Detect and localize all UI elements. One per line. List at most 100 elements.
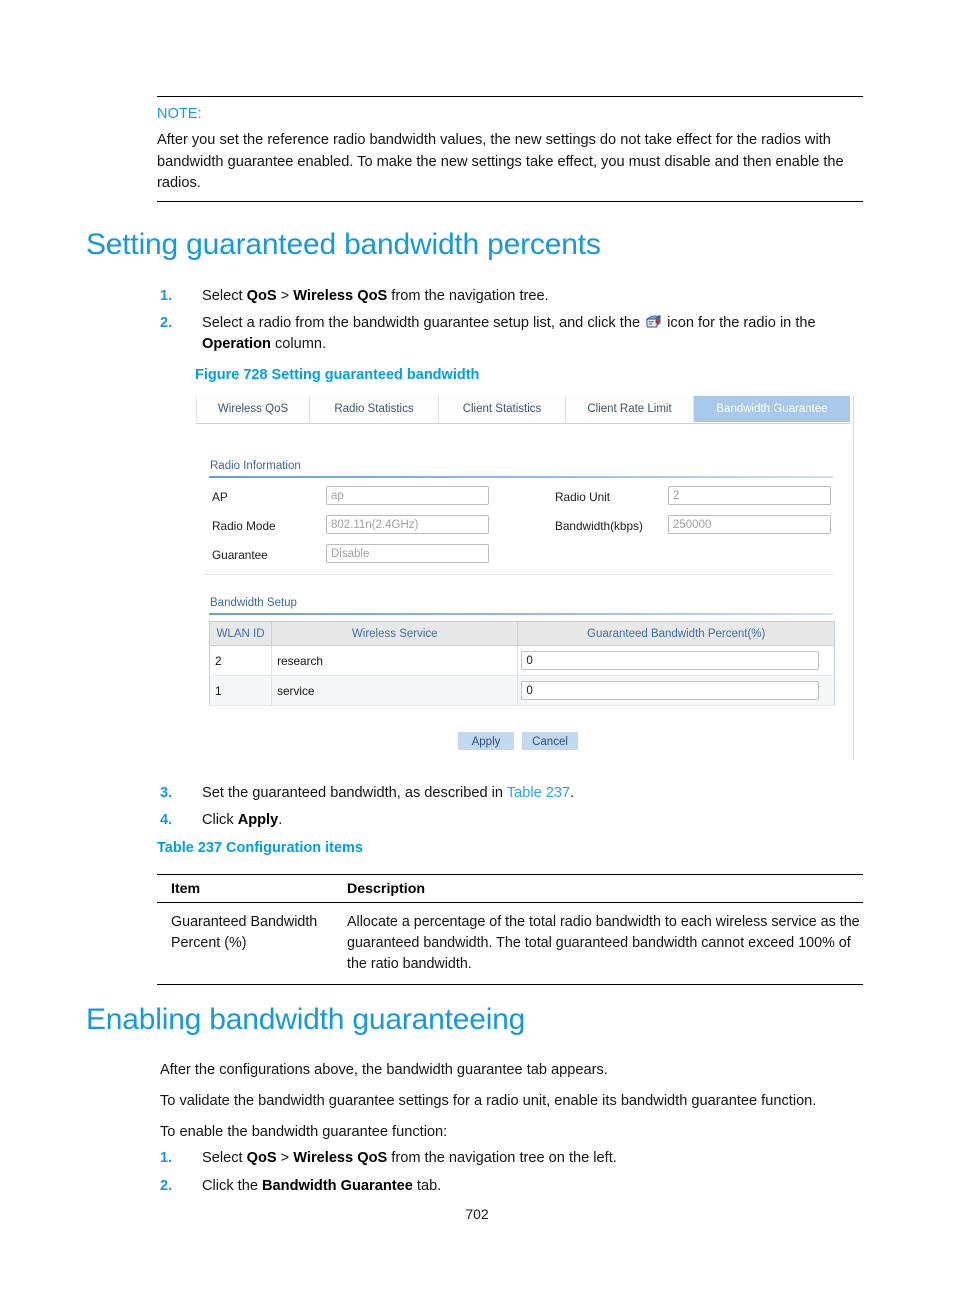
- table-head: WLAN ID Wireless Service Guaranteed Band…: [209, 621, 835, 646]
- step-text-pre: Select: [202, 1150, 247, 1166]
- page-heading-setting-guaranteed-bandwidth-percents: Setting guaranteed bandwidth percents: [86, 228, 601, 261]
- field-value-radio-unit[interactable]: 2: [668, 486, 831, 505]
- note-body: After you set the reference radio bandwi…: [157, 132, 844, 191]
- cell-wlan-id: 1: [209, 675, 273, 706]
- document-page: NOTE: After you set the reference radio …: [0, 0, 954, 1296]
- step-4-setting: 4. Click Apply.: [160, 810, 866, 831]
- cell-percent: 0: [517, 675, 835, 706]
- wireless-qos-panel: Wireless QoS Radio Statistics Client Sta…: [196, 396, 850, 760]
- column-header-wireless-service: Wireless Service: [271, 621, 519, 646]
- column-header-guaranteed-bandwidth-percent: Guaranteed Bandwidth Percent(%): [517, 621, 835, 646]
- cell-item: Guaranteed Bandwidth Percent (%): [171, 914, 318, 951]
- step-text: Click the Bandwidth Guarantee tab.: [202, 1176, 866, 1197]
- step-number: 2.: [160, 315, 173, 331]
- cell-wireless-service: service: [271, 675, 519, 706]
- step-bold-wireless-qos: Wireless QoS: [293, 1150, 388, 1166]
- step-text-post: .: [570, 785, 575, 801]
- step-text: Set the guaranteed bandwidth, as describ…: [202, 783, 866, 804]
- step-2-setting: 2. Select a radio from the bandwidth gua…: [160, 313, 866, 355]
- step-bold-bandwidth-guarantee: Bandwidth Guarantee: [262, 1178, 413, 1194]
- tab-bar: Wireless QoS Radio Statistics Client Sta…: [196, 396, 850, 424]
- step-number: 3.: [160, 785, 173, 801]
- tab-wireless-qos[interactable]: Wireless QoS: [196, 396, 310, 422]
- section-bar-radio-information: [209, 476, 833, 478]
- field-label-radio-unit: Radio Unit: [555, 490, 611, 504]
- field-value-bandwidth-kbps[interactable]: 250000: [668, 515, 831, 534]
- tab-client-statistics[interactable]: Client Statistics: [439, 396, 566, 422]
- note-label: NOTE:: [157, 106, 202, 122]
- note-box: NOTE: After you set the reference radio …: [157, 96, 863, 202]
- step-bold-qos: QoS: [246, 1150, 277, 1166]
- step-text-tail: column.: [270, 336, 327, 352]
- config-radio-icon: [645, 315, 662, 329]
- step-2-enabling: 2. Click the Bandwidth Guarantee tab.: [160, 1176, 866, 1197]
- step-number: 4.: [160, 812, 173, 828]
- column-header-item: Item: [171, 881, 201, 897]
- step-text-post: icon for the radio in the: [663, 315, 816, 331]
- field-label-bandwidth-kbps: Bandwidth(kbps): [555, 519, 643, 533]
- step-text-post: from the navigation tree on the left.: [387, 1150, 617, 1166]
- step-1-enabling: 1. Select QoS > Wireless QoS from the na…: [160, 1148, 866, 1169]
- step-text-mid: >: [276, 1150, 294, 1166]
- step-text-pre: Select: [202, 288, 247, 304]
- field-value-ap[interactable]: ap: [326, 486, 489, 505]
- tab-client-rate-limit[interactable]: Client Rate Limit: [566, 396, 694, 422]
- table-rule-bottom: [157, 984, 863, 985]
- step-1-setting: 1. Select QoS > Wireless QoS from the na…: [160, 286, 866, 307]
- bandwidth-setup-table: WLAN ID Wireless Service Guaranteed Band…: [209, 621, 835, 706]
- table-row: 2 research 0: [209, 645, 835, 676]
- enabling-paragraph-3: To enable the bandwidth guarantee functi…: [160, 1124, 448, 1140]
- note-rule-top: [157, 96, 863, 97]
- note-rule-bottom: [157, 200, 863, 202]
- figure-screenshot: Wireless QoS Radio Statistics Client Sta…: [196, 396, 854, 760]
- field-label-guarantee: Guarantee: [212, 548, 268, 562]
- table-row: Guaranteed Bandwidth Percent (%) Allocat…: [157, 903, 863, 984]
- section-label-radio-information: Radio Information: [210, 460, 301, 472]
- step-number: 2.: [160, 1178, 173, 1194]
- step-number: 1.: [160, 288, 173, 304]
- cell-wlan-id: 2: [209, 645, 273, 676]
- step-bold-qos: QoS: [246, 288, 277, 304]
- cross-reference-table-237[interactable]: Table 237: [507, 785, 570, 801]
- step-bold-operation: Operation: [202, 336, 271, 352]
- column-header-description: Description: [347, 881, 426, 897]
- table-header-row: WLAN ID Wireless Service Guaranteed Band…: [209, 621, 835, 646]
- step-text-pre: Select a radio from the bandwidth guaran…: [202, 315, 645, 331]
- cancel-button[interactable]: Cancel: [522, 732, 578, 750]
- table-row: 1 service 0: [209, 675, 835, 706]
- table-body: 2 research 0 1 service 0: [209, 645, 835, 706]
- tab-radio-statistics[interactable]: Radio Statistics: [310, 396, 439, 422]
- table-caption: Table 237 Configuration items: [157, 840, 363, 856]
- step-text-pre: Click: [202, 812, 238, 828]
- cell-description: Allocate a percentage of the total radio…: [347, 914, 860, 972]
- percent-input-service[interactable]: 0: [521, 681, 820, 700]
- step-text: Select QoS > Wireless QoS from the navig…: [202, 1148, 866, 1169]
- step-text: Select QoS > Wireless QoS from the navig…: [202, 286, 866, 307]
- field-value-radio-mode[interactable]: 802.11n(2.4GHz): [326, 515, 489, 534]
- step-bold-wireless-qos: Wireless QoS: [293, 288, 388, 304]
- configuration-items-table: Item Description Guaranteed Bandwidth Pe…: [157, 874, 863, 985]
- cell-percent: 0: [517, 645, 835, 676]
- section-divider: [204, 574, 834, 575]
- step-text-post: .: [278, 812, 283, 828]
- enabling-paragraph-2: To validate the bandwidth guarantee sett…: [160, 1093, 817, 1109]
- step-text-post: from the navigation tree.: [387, 288, 549, 304]
- field-label-radio-mode: Radio Mode: [212, 519, 276, 533]
- percent-input-research[interactable]: 0: [521, 651, 820, 670]
- step-bold-apply: Apply: [237, 812, 279, 828]
- figure-caption: Figure 728 Setting guaranteed bandwidth: [195, 367, 480, 383]
- step-3-setting: 3. Set the guaranteed bandwidth, as desc…: [160, 783, 866, 804]
- page-number: 702: [465, 1206, 489, 1222]
- step-text: Click Apply.: [202, 810, 866, 831]
- tab-bandwidth-guarantee[interactable]: Bandwidth Guarantee: [694, 396, 850, 422]
- field-label-ap: AP: [212, 490, 228, 504]
- step-text-pre: Click the: [202, 1178, 263, 1194]
- table-header-row: Item Description: [157, 875, 863, 902]
- field-value-guarantee[interactable]: Disable: [326, 544, 489, 563]
- section-label-bandwidth-setup: Bandwidth Setup: [210, 597, 297, 609]
- apply-button[interactable]: Apply: [458, 732, 514, 750]
- enabling-paragraph-1: After the configurations above, the band…: [160, 1062, 608, 1078]
- page-heading-enabling-bandwidth-guaranteeing: Enabling bandwidth guaranteeing: [86, 1003, 526, 1036]
- form-actions: Apply Cancel: [458, 732, 578, 750]
- column-header-wlan-id: WLAN ID: [209, 621, 273, 646]
